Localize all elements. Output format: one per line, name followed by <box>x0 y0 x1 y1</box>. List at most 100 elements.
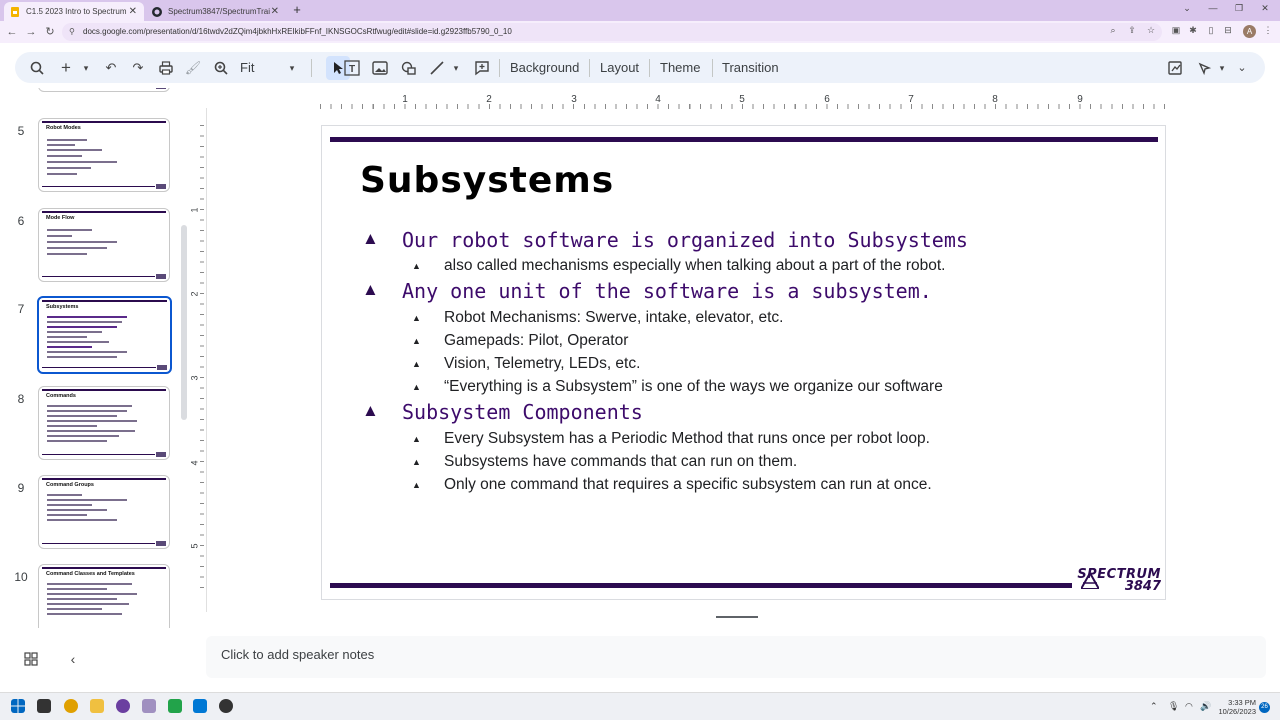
text-box-icon[interactable]: T <box>343 59 361 77</box>
slide-thumbnail[interactable]: Commands <box>38 386 170 460</box>
site-info-icon[interactable]: ⚲ <box>69 23 75 41</box>
browser-menu-icon[interactable]: ⋮ <box>1262 25 1274 36</box>
system-clock[interactable]: 3:33 PM 10/26/2023 <box>1214 698 1256 716</box>
new-tab-button[interactable]: + <box>289 2 305 18</box>
slide-sub-bullet[interactable]: also called mechanisms especially when t… <box>444 257 945 275</box>
thumb-text-line <box>47 241 117 243</box>
zoom-icon[interactable]: ⌕ <box>1107 25 1119 36</box>
line-chevron-icon[interactable]: ▾ <box>447 59 465 77</box>
print-icon[interactable] <box>157 59 175 77</box>
slide-top-bar <box>330 137 1158 142</box>
slide-thumbnail[interactable]: Command Groups <box>38 475 170 549</box>
chrome-taskbar-icon[interactable] <box>64 699 78 713</box>
transition-button[interactable]: Transition <box>722 59 779 77</box>
tray-overflow-chevron-icon[interactable]: ⌃ <box>1150 701 1158 712</box>
slide-bullet[interactable]: Any one unit of the software is a subsys… <box>402 279 932 303</box>
close-window-icon[interactable]: ✕ <box>1258 3 1272 14</box>
slide-sub-bullet[interactable]: Robot Mechanisms: Swerve, intake, elevat… <box>444 309 783 327</box>
downloads-icon[interactable]: ⊟ <box>1222 25 1234 36</box>
grid-view-icon[interactable] <box>24 652 38 666</box>
profile-avatar[interactable]: A <box>1243 25 1256 38</box>
insert-image-icon[interactable] <box>371 59 389 77</box>
zoom-icon[interactable] <box>212 59 230 77</box>
current-slide[interactable]: Subsystems ▲ Our robot software is organ… <box>321 125 1166 600</box>
filmstrip-scrollbar[interactable] <box>181 225 187 420</box>
microphone-icon[interactable]: 🎙 <box>1168 701 1179 712</box>
collapse-toolbar-chevron-icon[interactable]: ⌄ <box>1233 59 1251 77</box>
github-desktop-icon[interactable] <box>116 699 130 713</box>
spreadsheet-app-icon[interactable] <box>168 699 182 713</box>
slide-thumbnail[interactable]: Command Classes and Templates <box>38 564 170 628</box>
thumb-text-line <box>47 499 127 501</box>
zoom-chevron-icon[interactable]: ▾ <box>283 59 301 77</box>
side-panel-icon[interactable]: ▯ <box>1205 25 1217 36</box>
slide-sub-bullet[interactable]: Vision, Telemetry, LEDs, etc. <box>444 355 640 373</box>
collapse-filmstrip-chevron-icon[interactable]: ‹ <box>66 651 80 667</box>
wifi-icon[interactable]: ◠ <box>1185 701 1193 712</box>
undo-icon[interactable]: ↶ <box>102 59 120 77</box>
close-tab-icon[interactable]: ✕ <box>128 6 138 17</box>
new-slide-layout-chevron-icon[interactable]: ▾ <box>77 59 95 77</box>
vertical-ruler[interactable]: 1 2 3 4 5 <box>190 125 204 595</box>
slide-thumbnail-selected[interactable]: Subsystems <box>37 296 172 374</box>
close-tab-icon[interactable]: ✕ <box>270 6 280 17</box>
shape-icon[interactable] <box>400 59 418 77</box>
theme-button[interactable]: Theme <box>660 59 700 77</box>
back-icon[interactable]: ← <box>5 25 19 39</box>
slide-bullet[interactable]: Subsystem Components <box>402 400 643 424</box>
url-text: docs.google.com/presentation/d/16twdv2dZ… <box>83 27 512 36</box>
pen-tool-icon[interactable] <box>1196 59 1214 77</box>
thumb-text-line <box>47 346 92 348</box>
task-view-icon[interactable] <box>37 699 51 713</box>
thumb-text-line <box>47 583 132 585</box>
vscode-icon[interactable] <box>193 699 207 713</box>
thumb-text-line <box>47 139 87 141</box>
slide-title[interactable]: Subsystems <box>360 160 614 201</box>
windows-start-icon[interactable] <box>11 699 25 713</box>
sub-bullet-marker: ▲ <box>412 480 421 490</box>
browser-tab-github[interactable]: Spectrum3847/SpectrumTraining ✕ <box>146 2 286 21</box>
minimize-icon[interactable]: — <box>1206 3 1220 13</box>
app-taskbar-icon[interactable] <box>142 699 156 713</box>
zoom-select[interactable]: Fit <box>240 59 254 77</box>
redo-icon[interactable]: ↷ <box>129 59 147 77</box>
insert-chart-icon[interactable] <box>1166 59 1184 77</box>
notification-badge[interactable]: 26 <box>1259 702 1270 713</box>
insert-comment-icon[interactable] <box>473 59 491 77</box>
share-icon[interactable]: ⇪ <box>1126 25 1138 36</box>
volume-icon[interactable]: 🔊 <box>1200 701 1211 712</box>
puzzle-extensions-icon[interactable]: ✱ <box>1187 25 1199 36</box>
maximize-icon[interactable]: ❐ <box>1232 3 1246 14</box>
browser-tab-title: Spectrum3847/SpectrumTraining <box>168 7 270 16</box>
extension-icon[interactable]: ▣ <box>1170 25 1182 36</box>
tab-search-icon[interactable]: ⌄ <box>1180 3 1194 14</box>
slide-thumbnail[interactable]: Robot Modes <box>38 118 170 192</box>
line-tool-icon[interactable] <box>428 59 446 77</box>
thumb-bottom-bar <box>42 453 155 455</box>
slide-thumbnail[interactable]: Mode Flow <box>38 208 170 282</box>
slide-thumbnail-previous[interactable] <box>38 88 170 92</box>
layout-button[interactable]: Layout <box>600 59 639 77</box>
sub-bullet-marker: ▲ <box>412 434 421 444</box>
app-taskbar-icon[interactable] <box>219 699 233 713</box>
file-explorer-icon[interactable] <box>90 699 104 713</box>
speaker-notes-area[interactable]: Click to add speaker notes <box>206 636 1266 678</box>
notes-resize-handle[interactable] <box>716 616 758 618</box>
slide-sub-bullet[interactable]: “Everything is a Subsystem” is one of th… <box>444 378 943 396</box>
forward-icon[interactable]: → <box>24 25 38 39</box>
new-slide-icon[interactable]: + <box>57 59 75 77</box>
horizontal-ruler[interactable]: 1 2 3 4 5 6 7 8 9 <box>320 94 1165 109</box>
pen-chevron-icon[interactable]: ▾ <box>1213 59 1231 77</box>
slide-sub-bullet[interactable]: Subsystems have commands that can run on… <box>444 453 797 471</box>
search-menus-icon[interactable] <box>28 59 46 77</box>
slide-sub-bullet[interactable]: Gamepads: Pilot, Operator <box>444 332 628 350</box>
slide-sub-bullet[interactable]: Every Subsystem has a Periodic Method th… <box>444 430 930 448</box>
background-button[interactable]: Background <box>510 59 579 77</box>
slide-sub-bullet[interactable]: Only one command that requires a specifi… <box>444 476 932 494</box>
browser-tab-slides[interactable]: C1.5 2023 Intro to Spectrum FRC ✕ <box>4 2 144 21</box>
slide-bullet[interactable]: Our robot software is organized into Sub… <box>402 228 968 252</box>
paint-format-icon[interactable]: 🖌 <box>184 59 202 77</box>
url-input[interactable]: ⚲ docs.google.com/presentation/d/16twdv2… <box>62 23 1162 41</box>
bookmark-star-icon[interactable]: ☆ <box>1145 25 1157 36</box>
reload-icon[interactable]: ↻ <box>43 25 57 39</box>
